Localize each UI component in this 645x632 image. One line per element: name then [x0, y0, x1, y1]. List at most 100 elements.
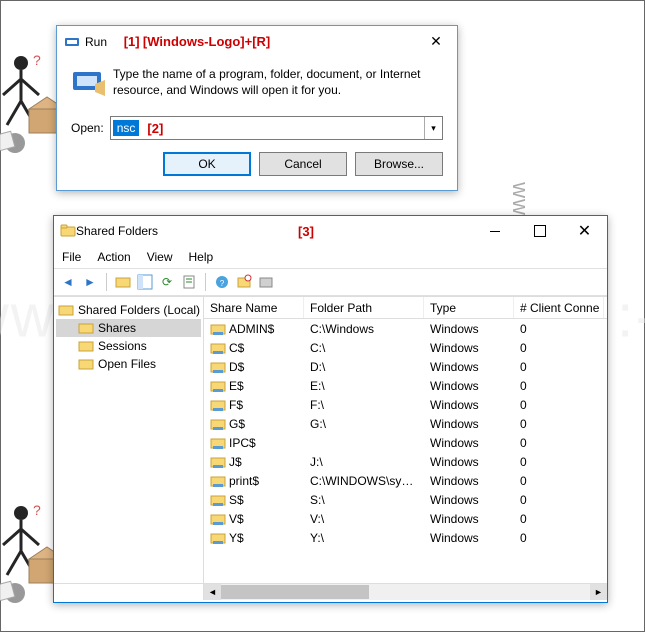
menu-action[interactable]: Action — [97, 250, 130, 264]
browse-button[interactable]: Browse... — [355, 152, 443, 176]
table-row[interactable]: print$C:\WINDOWS\syst...Windows0 — [204, 471, 607, 490]
horizontal-scrollbar[interactable]: ◄ ► — [54, 583, 607, 600]
cell-type: Windows — [424, 512, 514, 526]
stop-share-icon[interactable] — [258, 274, 274, 290]
forward-icon[interactable]: ► — [82, 274, 98, 290]
shared-folders-window: Shared Folders [3] ✕ File Action View He… — [53, 215, 608, 603]
new-share-icon[interactable] — [236, 274, 252, 290]
titlebar[interactable]: Shared Folders [3] ✕ — [54, 216, 607, 246]
open-input-value[interactable]: nsc — [113, 120, 140, 136]
minimize-button[interactable] — [472, 216, 517, 246]
list-panel: Share Name Folder Path Type # Client Con… — [204, 297, 607, 583]
cell-name: G$ — [229, 417, 245, 431]
cell-type: Windows — [424, 474, 514, 488]
export-icon[interactable] — [181, 274, 197, 290]
cell-path: S:\ — [304, 493, 424, 507]
folder-icon[interactable] — [115, 274, 131, 290]
cell-clients: 0 — [514, 512, 604, 526]
cell-clients: 0 — [514, 493, 604, 507]
tree-panel: Shared Folders (Local) Shares Sessions Ope… — [54, 297, 204, 583]
table-row[interactable]: V$V:\Windows0 — [204, 509, 607, 528]
cell-name: F$ — [229, 398, 243, 412]
col-type[interactable]: Type — [424, 297, 514, 318]
cell-type: Windows — [424, 531, 514, 545]
cell-type: Windows — [424, 379, 514, 393]
maximize-button[interactable] — [517, 216, 562, 246]
cell-clients: 0 — [514, 531, 604, 545]
cell-type: Windows — [424, 417, 514, 431]
folder-icon — [78, 357, 94, 371]
table-row[interactable]: S$S:\Windows0 — [204, 490, 607, 509]
cell-type: Windows — [424, 436, 514, 450]
shared-folders-icon — [60, 223, 76, 239]
scroll-left-icon[interactable]: ◄ — [204, 584, 221, 600]
ok-button[interactable]: OK — [163, 152, 251, 176]
close-button[interactable]: ✕ — [415, 27, 457, 55]
close-button[interactable]: ✕ — [562, 216, 607, 246]
cell-clients: 0 — [514, 379, 604, 393]
toolbar: ◄ ► ⟳ ? — [54, 268, 607, 296]
tree-item-sessions[interactable]: Sessions — [56, 337, 201, 355]
col-share-name[interactable]: Share Name — [204, 297, 304, 318]
table-row[interactable]: Y$Y:\Windows0 — [204, 528, 607, 547]
folder-icon — [78, 321, 94, 335]
annotation-1: [1] — [124, 34, 140, 49]
tree-root[interactable]: Shared Folders (Local) — [56, 301, 201, 319]
open-label: Open: — [71, 121, 104, 135]
table-row[interactable]: J$J:\Windows0 — [204, 452, 607, 471]
scroll-right-icon[interactable]: ► — [590, 584, 607, 600]
table-row[interactable]: F$F:\Windows0 — [204, 395, 607, 414]
cell-path: G:\ — [304, 417, 424, 431]
scroll-thumb[interactable] — [221, 585, 369, 599]
svg-text:?: ? — [220, 279, 225, 288]
tree-icon[interactable] — [137, 274, 153, 290]
refresh-icon[interactable]: ⟳ — [159, 274, 175, 290]
share-icon — [210, 341, 226, 355]
cell-clients: 0 — [514, 322, 604, 336]
table-row[interactable]: D$D:\Windows0 — [204, 357, 607, 376]
table-row[interactable]: G$ G:\Windows0 — [204, 414, 607, 433]
cell-path: C:\Windows — [304, 322, 424, 336]
back-icon[interactable]: ◄ — [60, 274, 76, 290]
share-icon — [210, 493, 226, 507]
share-icon — [210, 512, 226, 526]
open-combobox[interactable]: nsc [2] ▾ — [110, 116, 443, 140]
share-icon — [210, 455, 226, 469]
cell-clients: 0 — [514, 417, 604, 431]
help-icon[interactable]: ? — [214, 274, 230, 290]
run-body-icon — [71, 66, 107, 102]
cell-name: S$ — [229, 493, 244, 507]
cell-name: ADMIN$ — [229, 322, 274, 336]
tree-item-shares[interactable]: Shares — [56, 319, 201, 337]
tree-item-label: Sessions — [98, 339, 147, 353]
share-icon — [210, 531, 226, 545]
menu-help[interactable]: Help — [189, 250, 214, 264]
cell-clients: 0 — [514, 341, 604, 355]
cell-clients: 0 — [514, 455, 604, 469]
cell-type: Windows — [424, 322, 514, 336]
dropdown-icon[interactable]: ▾ — [424, 117, 442, 139]
table-row[interactable]: E$E:\Windows0 — [204, 376, 607, 395]
cell-name: V$ — [229, 512, 244, 526]
cell-type: Windows — [424, 455, 514, 469]
share-icon — [210, 322, 226, 336]
menu-file[interactable]: File — [62, 250, 81, 264]
col-folder-path[interactable]: Folder Path — [304, 297, 424, 318]
col-clients[interactable]: # Client Conne — [514, 297, 604, 318]
run-title: Run [1] [Windows-Logo]+[R] — [85, 34, 415, 49]
share-icon — [210, 379, 226, 393]
titlebar[interactable]: Run [1] [Windows-Logo]+[R] ✕ — [57, 26, 457, 56]
svg-text:?: ? — [33, 52, 41, 68]
share-icon — [210, 417, 226, 431]
share-icon — [210, 360, 226, 374]
table-row[interactable]: C$C:\Windows0 — [204, 338, 607, 357]
tree-item-open-files[interactable]: Open Files — [56, 355, 201, 373]
cancel-button[interactable]: Cancel — [259, 152, 347, 176]
table-row[interactable]: ADMIN$ C:\WindowsWindows0 — [204, 319, 607, 338]
table-row[interactable]: IPC$Windows0 — [204, 433, 607, 452]
annotation-3: [3] — [298, 224, 314, 239]
annotation-2: [2] — [147, 121, 163, 136]
tree-item-label: Shares — [98, 321, 136, 335]
menu-view[interactable]: View — [147, 250, 173, 264]
cell-name: Y$ — [229, 531, 244, 545]
